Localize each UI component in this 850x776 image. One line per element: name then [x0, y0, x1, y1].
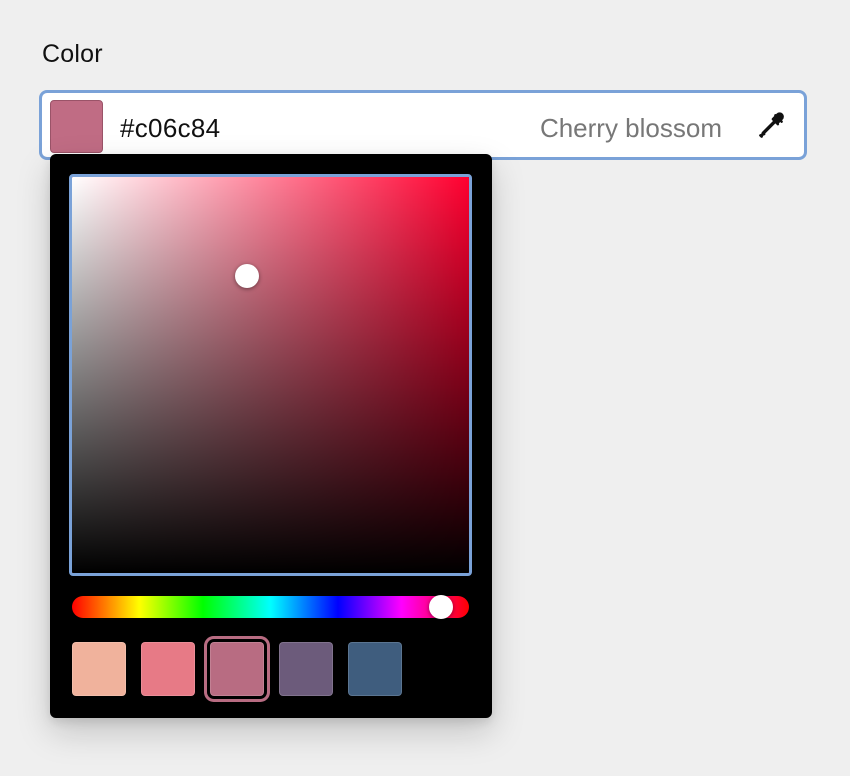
black-gradient	[72, 177, 469, 573]
preset-swatches	[72, 642, 402, 696]
eyedropper-icon[interactable]	[756, 111, 786, 141]
color-picker-popover	[50, 154, 492, 718]
saturation-value-thumb[interactable]	[234, 264, 259, 288]
hue-slider[interactable]	[72, 595, 469, 619]
preset-swatch[interactable]	[210, 642, 264, 696]
preset-swatch[interactable]	[279, 642, 333, 696]
preset-swatch[interactable]	[348, 642, 402, 696]
hue-slider-thumb[interactable]	[429, 595, 454, 619]
field-label: Color	[42, 40, 103, 68]
current-color-swatch[interactable]	[50, 100, 103, 153]
color-name: Cherry blossom	[539, 113, 722, 143]
color-input-field[interactable]: #c06c84 Cherry blossom	[39, 90, 807, 160]
saturation-value-area[interactable]	[69, 174, 472, 576]
preset-swatch[interactable]	[141, 642, 195, 696]
hex-value[interactable]: #c06c84	[120, 113, 220, 144]
preset-swatch[interactable]	[72, 642, 126, 696]
